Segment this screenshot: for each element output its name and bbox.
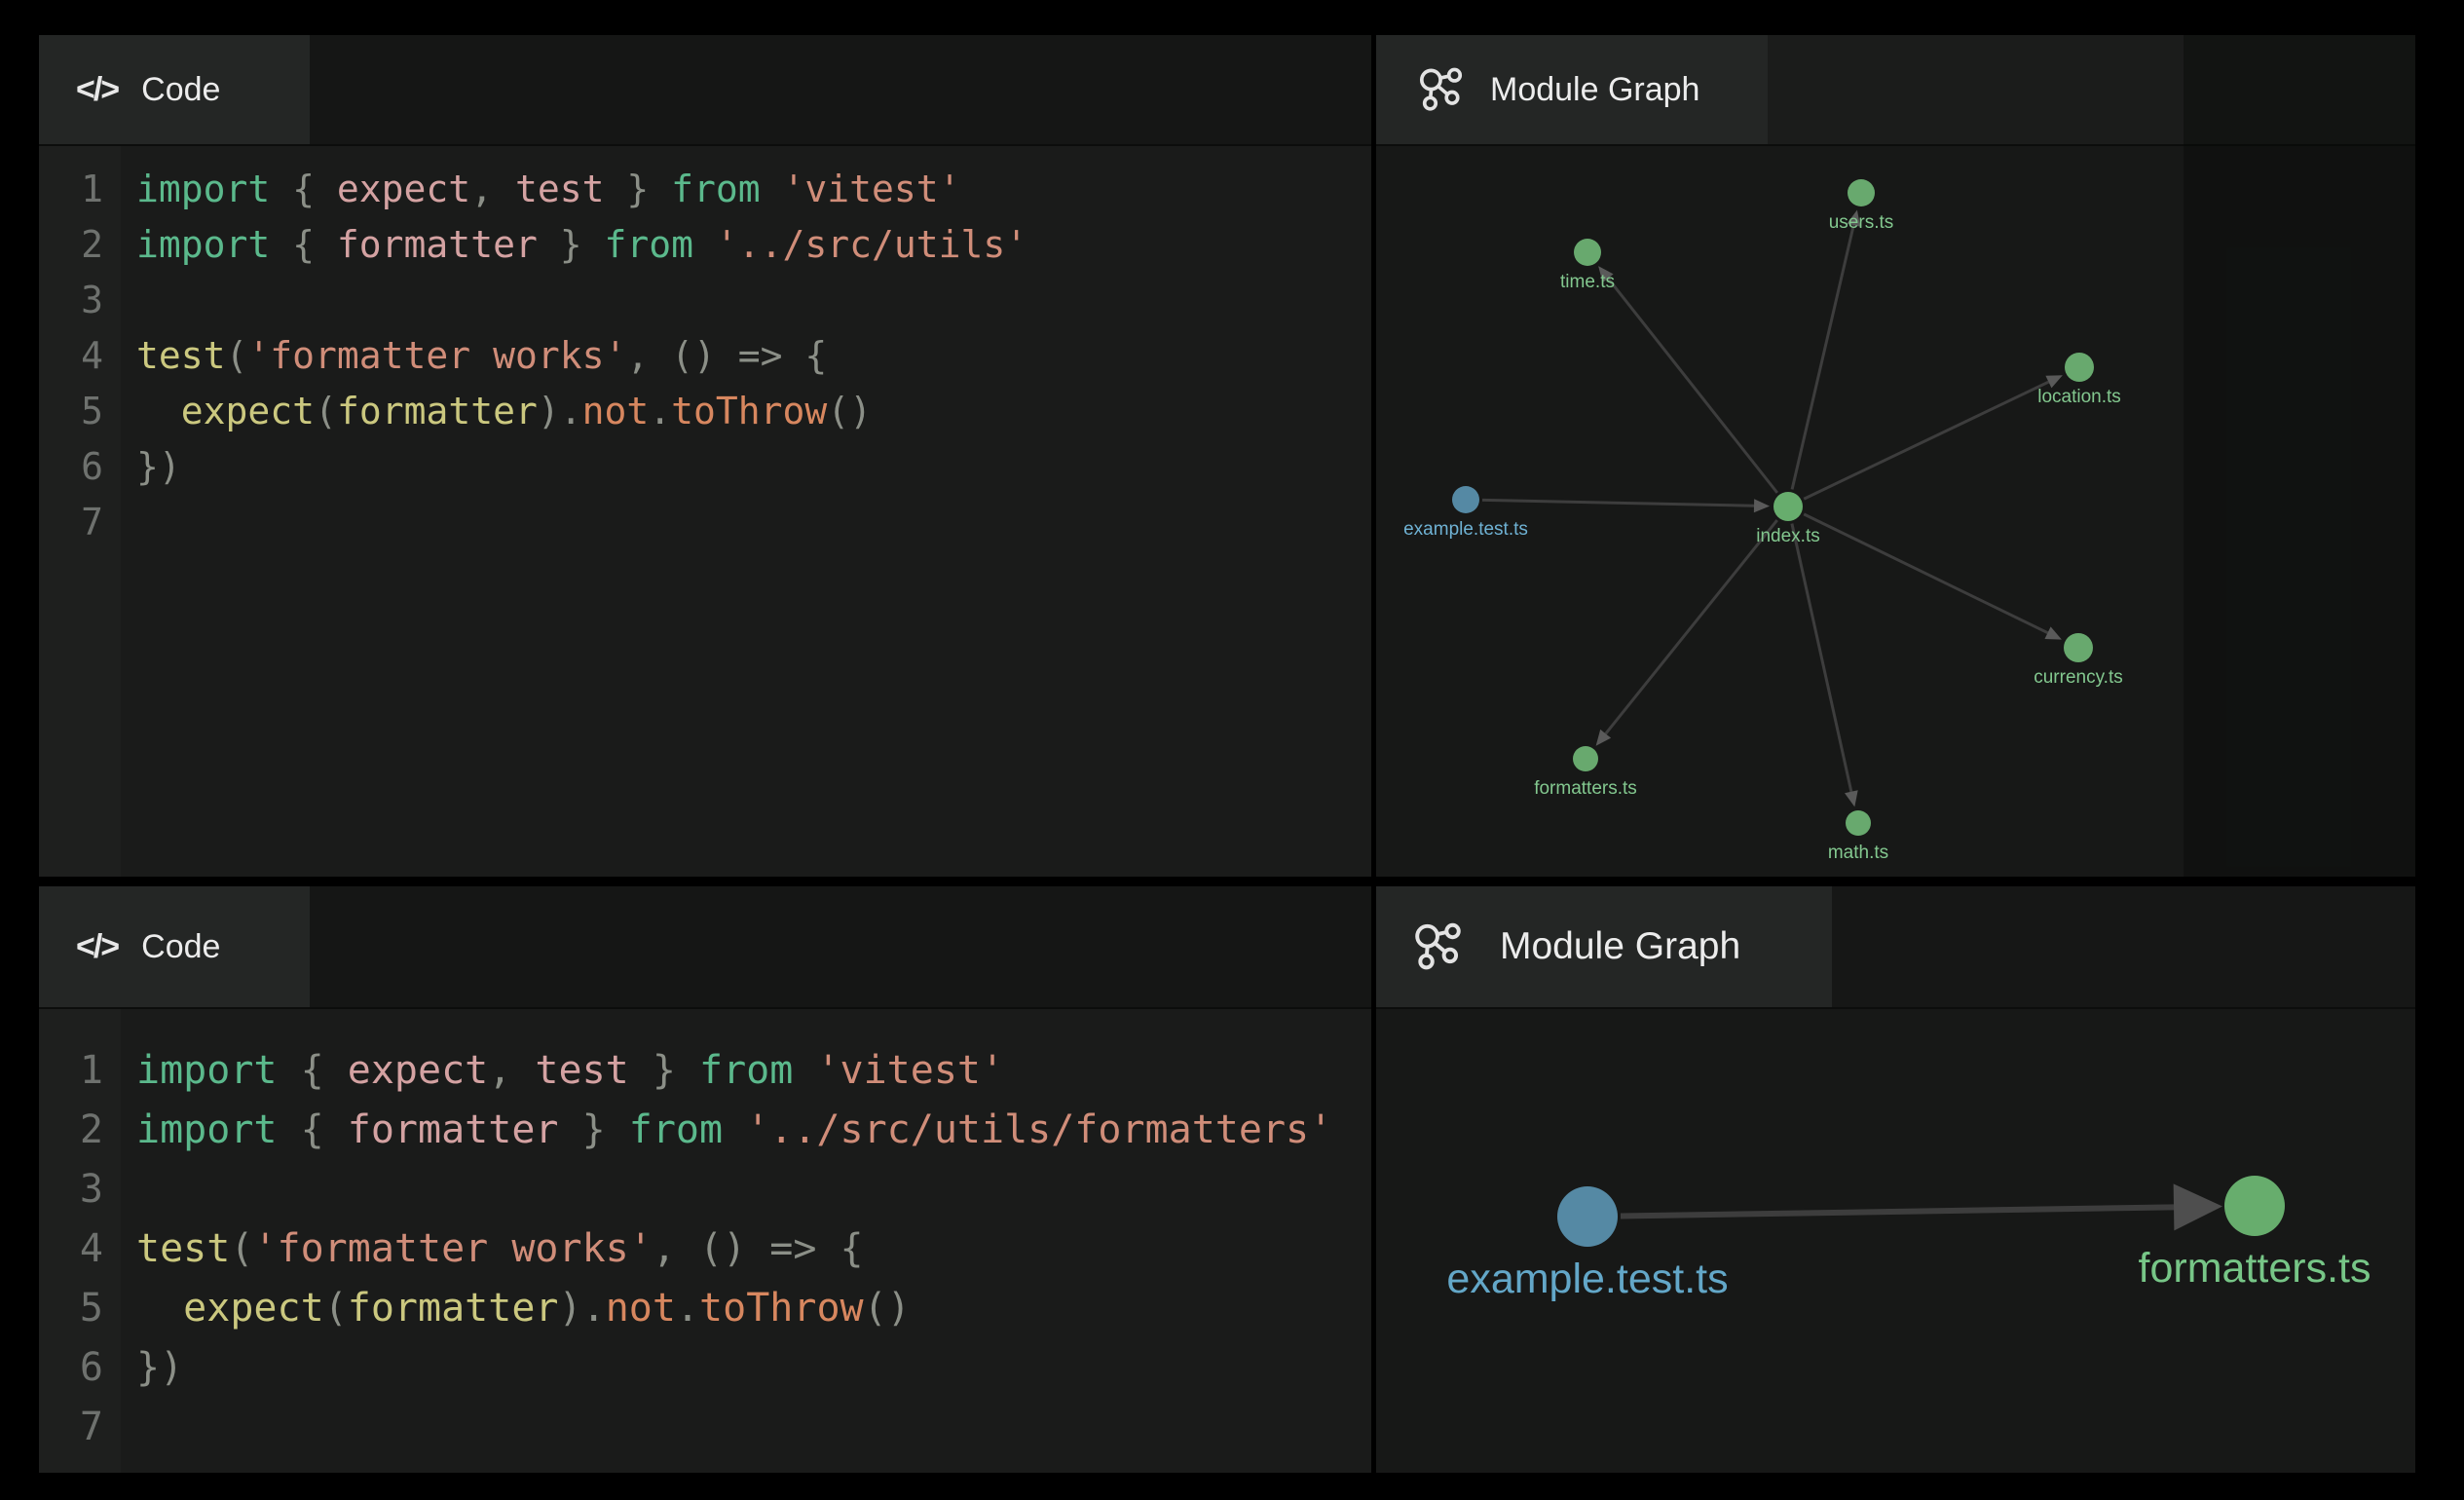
- graph-node-time.ts[interactable]: [1574, 239, 1601, 266]
- code-line: 4test('formatter works', () => {: [39, 1219, 1371, 1279]
- graph-edge: [1606, 520, 1777, 733]
- graph-node-index.ts[interactable]: [1773, 492, 1803, 521]
- line-number: 3: [39, 273, 121, 328]
- graph-node-label: currency.ts: [2034, 667, 2123, 688]
- code-line: 1import { expect, test } from 'vitest': [39, 1041, 1371, 1101]
- graph-node-math.ts[interactable]: [1846, 810, 1871, 836]
- tabbar-graph-bottom: Module Graph: [1376, 886, 2415, 1009]
- graph-node-label: time.ts: [1560, 272, 1615, 292]
- graph-edge-arrow: [1754, 499, 1770, 512]
- tabbar-code-bottom: </> Code: [39, 886, 1371, 1009]
- graph-edge: [1792, 524, 1851, 792]
- code-line: 5 expect(formatter).not.toThrow(): [39, 1279, 1371, 1338]
- tab-module-graph-bottom[interactable]: Module Graph: [1376, 886, 1832, 1007]
- tab-label: Code: [141, 71, 220, 109]
- code-line: 6}): [39, 1338, 1371, 1398]
- module-graph-panel-bottom: Module Graph example.test.ts formatters.t…: [1376, 886, 2415, 1473]
- line-number: 1: [39, 162, 121, 217]
- graph-edge: [1804, 514, 2047, 633]
- module-graph-panel-top: Module Graph users.ts time.ts location.ts e…: [1376, 35, 2415, 877]
- module-graph-canvas-bottom[interactable]: example.test.ts formatters.ts: [1376, 1009, 2415, 1473]
- line-number: 7: [39, 495, 121, 550]
- graph-node-label: location.ts: [2037, 387, 2121, 407]
- graph-node-label: users.ts: [1829, 212, 1894, 233]
- graph-edge-arrow: [1845, 790, 1858, 806]
- graph-node-formatters.ts[interactable]: [1573, 746, 1598, 771]
- graph-node-label: index.ts: [1756, 526, 1819, 546]
- code-line: 3: [39, 1160, 1371, 1219]
- code-panel-top: </> Code 1import { expect, test } from '…: [39, 35, 1371, 877]
- code-line: 2import { formatter } from '../src/utils…: [39, 1101, 1371, 1160]
- graph-node-currency.ts[interactable]: [2064, 633, 2093, 662]
- code-line: 1import { expect, test } from 'vitest': [39, 162, 1371, 217]
- graph-node-label: example.test.ts: [1446, 1256, 1728, 1302]
- code-content-top[interactable]: 1import { expect, test } from 'vitest'2i…: [39, 146, 1371, 877]
- code-line: 4test('formatter works', () => {: [39, 328, 1371, 384]
- graph-node-formatters.ts[interactable]: [2224, 1176, 2285, 1236]
- tab-code-top[interactable]: </> Code: [39, 35, 310, 144]
- line-number: 4: [39, 328, 121, 384]
- code-editor-bottom[interactable]: 1import { expect, test } from 'vitest'2i…: [39, 1009, 1371, 1473]
- graph-node-label: formatters.ts: [2139, 1245, 2371, 1292]
- line-number: 1: [39, 1041, 121, 1101]
- code-line: 7: [39, 1398, 1371, 1457]
- graph-edge: [1804, 382, 2048, 499]
- tab-label: Module Graph: [1490, 71, 1699, 109]
- code-panel-bottom: </> Code 1import { expect, test } from '…: [39, 886, 1371, 1473]
- code-line: 5 expect(formatter).not.toThrow(): [39, 384, 1371, 439]
- graph-node-label: math.ts: [1828, 843, 1888, 863]
- tab-label: Module Graph: [1500, 925, 1740, 968]
- code-content-bottom[interactable]: 1import { expect, test } from 'vitest'2i…: [39, 1009, 1371, 1473]
- code-line: 2import { formatter } from '../src/utils…: [39, 217, 1371, 273]
- graph-node-label: formatters.ts: [1534, 778, 1637, 799]
- line-number: 7: [39, 1398, 121, 1457]
- graph-node-example.test.ts[interactable]: [1557, 1186, 1618, 1247]
- line-number: 2: [39, 217, 121, 273]
- line-number: 3: [39, 1160, 121, 1219]
- module-graph-icon: [1412, 920, 1465, 973]
- tab-code-bottom[interactable]: </> Code: [39, 886, 310, 1007]
- code-editor-top[interactable]: 1import { expect, test } from 'vitest'2i…: [39, 146, 1371, 877]
- panel-right-shade: [2184, 35, 2415, 877]
- tab-label: Code: [141, 928, 220, 966]
- line-number: 6: [39, 439, 121, 495]
- graph-edge: [1608, 279, 1777, 493]
- graph-node-label: example.test.ts: [1403, 519, 1528, 540]
- graph-node-example.test.ts[interactable]: [1452, 486, 1479, 513]
- line-number: 2: [39, 1101, 121, 1160]
- graph-edge: [1792, 225, 1853, 489]
- code-icon: </>: [76, 71, 118, 109]
- code-line: 3: [39, 273, 1371, 328]
- line-number: 4: [39, 1219, 121, 1279]
- tab-module-graph-top[interactable]: Module Graph: [1376, 35, 1768, 144]
- graph-edge: [1621, 1207, 2174, 1216]
- code-icon: </>: [76, 928, 118, 966]
- tabbar-code-top: </> Code: [39, 35, 1371, 146]
- code-line: 7: [39, 495, 1371, 550]
- line-number: 6: [39, 1338, 121, 1398]
- code-line: 6}): [39, 439, 1371, 495]
- graph-node-location.ts[interactable]: [2065, 353, 2094, 382]
- line-number: 5: [39, 384, 121, 439]
- line-number: 5: [39, 1279, 121, 1338]
- graph-node-users.ts[interactable]: [1848, 179, 1875, 206]
- graph-edge-arrow: [2174, 1183, 2222, 1230]
- module-graph-icon: [1417, 65, 1466, 114]
- graph-edge: [1482, 500, 1754, 506]
